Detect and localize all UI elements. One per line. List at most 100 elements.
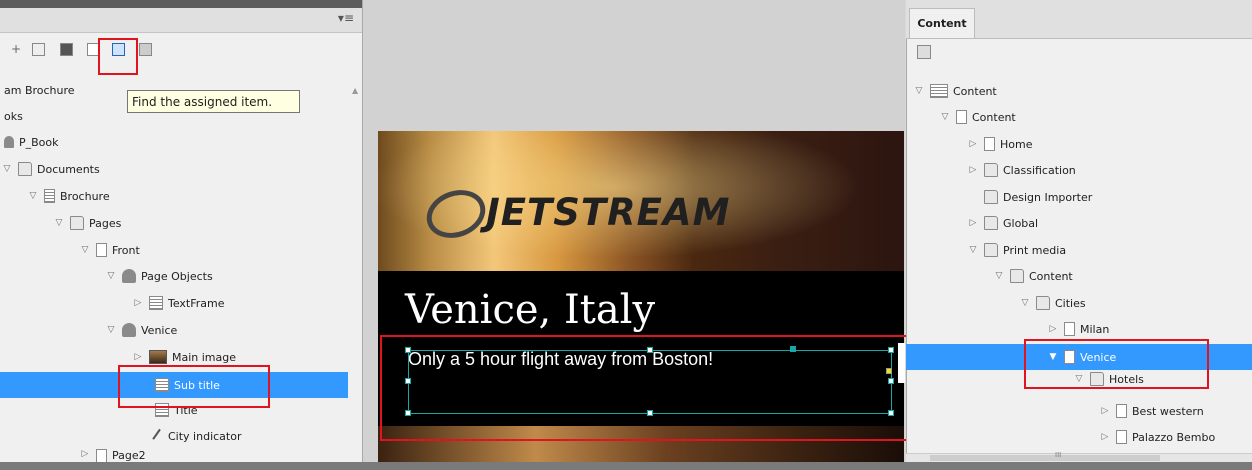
tree-item-label: Front (112, 243, 140, 257)
objects-icon (122, 323, 136, 337)
highlight-sub-title (118, 365, 270, 408)
assign-icon[interactable] (137, 41, 153, 57)
tree-item-front[interactable]: ▽ Front (78, 237, 338, 263)
expand-arrow-icon[interactable]: ▽ (966, 245, 980, 255)
folder-icon (18, 162, 32, 176)
page-icon (1116, 404, 1127, 418)
tree-item-label: Cities (1055, 296, 1086, 310)
image-icon (149, 350, 167, 364)
collapse-arrow-icon[interactable]: ▷ (1046, 324, 1060, 334)
folder-icon (984, 216, 998, 230)
tree-item-label: Venice (141, 323, 178, 337)
panel-header: ▾≡ (0, 8, 362, 33)
page-icon (1116, 430, 1127, 444)
tree-item-label: oks (4, 109, 23, 123)
collapse-arrow-icon[interactable]: ▷ (966, 165, 980, 175)
highlight-find-button (98, 38, 138, 75)
tree-item-p-book[interactable]: P_Book (4, 129, 344, 155)
scrollbar-thumb[interactable]: III (930, 451, 1160, 461)
content-tree-item-cities[interactable]: ▽ Cities (1018, 290, 1238, 316)
tree-item-label: Palazzo Bembo (1132, 430, 1216, 444)
content-tree-item-home[interactable]: ▷ Home (966, 131, 1236, 157)
expand-arrow-icon[interactable]: ▽ (0, 164, 14, 174)
collapse-arrow-icon[interactable]: ▷ (78, 449, 92, 459)
tree-item-page2[interactable]: ▷ Page2 (78, 449, 338, 462)
tree-item-label: Page Objects (141, 269, 213, 283)
expand-arrow-icon[interactable]: ▽ (104, 325, 118, 335)
tree-item-label: Main image (172, 350, 237, 364)
tree-item-documents[interactable]: ▽ Documents (0, 156, 340, 182)
page-icon (984, 137, 995, 151)
tree-item-label: Documents (37, 162, 100, 176)
tab-content[interactable]: Content (909, 8, 975, 38)
folder-icon (70, 216, 84, 230)
panel-menu-icon[interactable]: ▾≡ (338, 11, 354, 25)
expand-arrow-icon[interactable]: ▽ (104, 271, 118, 281)
tree-item-brochure[interactable]: ▽ Brochure (26, 183, 346, 209)
expand-arrow-icon[interactable]: ▽ (992, 271, 1006, 281)
page-icon (1064, 322, 1075, 336)
scroll-up-arrow-icon[interactable]: ▲ (352, 86, 358, 95)
tree-item-label: City indicator (168, 429, 242, 443)
content-tree-item-content[interactable]: ▽ Content (992, 263, 1242, 289)
expand-arrow-icon[interactable]: ▽ (938, 112, 952, 122)
content-tree-item[interactable]: ▽ Content (912, 78, 1242, 104)
duplicate-icon[interactable] (30, 41, 46, 57)
folder-icon (1036, 296, 1050, 310)
tree-item-label: Content (1029, 269, 1073, 283)
collapse-arrow-icon[interactable]: ▷ (1098, 406, 1112, 416)
tree-item-label: TextFrame (168, 296, 225, 310)
page-icon (956, 110, 967, 124)
tree-item-label: P_Book (19, 135, 59, 149)
document-icon (44, 189, 55, 203)
collapse-arrow-icon[interactable]: ▷ (131, 298, 145, 308)
folder-icon (984, 243, 998, 257)
city-title[interactable]: Venice, Italy (405, 287, 655, 333)
tree-item-label: Page2 (112, 449, 146, 462)
tree-item-pages[interactable]: ▽ Pages (52, 210, 342, 236)
expand-arrow-icon[interactable]: ▽ (912, 86, 926, 96)
tree-item-label: Best western (1132, 404, 1204, 418)
collapse-arrow-icon[interactable]: ▷ (966, 139, 980, 149)
content-tree-item-classification[interactable]: ▷ Classification (966, 157, 1236, 183)
brand-logo: JETSTREAM (486, 191, 731, 234)
content-tree-item-design-importer[interactable]: Design Importer (984, 184, 1234, 210)
tree-item-label: Classification (1003, 163, 1076, 177)
expand-arrow-icon[interactable]: ▽ (52, 218, 66, 228)
content-tree-item-global[interactable]: ▷ Global (966, 210, 1236, 236)
tree-item-city-indicator[interactable]: City indicator (152, 423, 345, 449)
expand-arrow-icon[interactable]: ▽ (78, 245, 92, 255)
tree-item-label: Brochure (60, 189, 110, 203)
tree-item-venice[interactable]: ▽ Venice (104, 317, 344, 343)
collapse-arrow-icon[interactable]: ▷ (966, 218, 980, 228)
collapse-arrow-icon[interactable]: ▷ (131, 352, 145, 362)
bottom-bar (0, 462, 1252, 470)
assign-content-icon[interactable] (917, 45, 931, 59)
tree-item-textframe[interactable]: ▷ TextFrame (131, 290, 341, 316)
content-root-icon (930, 84, 948, 98)
page-icon (96, 243, 107, 257)
expand-arrow-icon[interactable]: ▽ (26, 191, 40, 201)
tree-item-label: Milan (1080, 322, 1110, 336)
scroll-grip: III (1055, 451, 1062, 459)
add-icon[interactable]: + (8, 41, 24, 57)
tree-item-label: Content (953, 84, 997, 98)
structure-toolbar: + (0, 33, 362, 75)
textframe-icon (149, 296, 163, 310)
content-tree-item-palazzo-bembo[interactable]: ▷ Palazzo Bembo (1098, 424, 1248, 450)
tree-item-label: Global (1003, 216, 1039, 230)
tree-item-page-objects[interactable]: ▽ Page Objects (104, 263, 344, 289)
collapse-arrow-icon[interactable]: ▷ (1098, 432, 1112, 442)
tree-item-label: am Brochure (4, 83, 75, 97)
content-tree-item-best-western[interactable]: ▷ Best western (1098, 398, 1248, 424)
objects-icon (122, 269, 136, 283)
tree-item-label: Home (1000, 137, 1033, 151)
highlight-venice-content (1024, 339, 1209, 389)
delete-icon[interactable] (58, 41, 74, 57)
expand-arrow-icon[interactable]: ▽ (1018, 298, 1032, 308)
content-tree-item-print-media[interactable]: ▽ Print media (966, 237, 1236, 263)
book-icon (4, 136, 14, 148)
content-tree-item[interactable]: ▽ Content (938, 104, 1238, 130)
tree-item-label: Design Importer (1003, 190, 1093, 204)
structure-scrollbar[interactable] (350, 77, 362, 462)
